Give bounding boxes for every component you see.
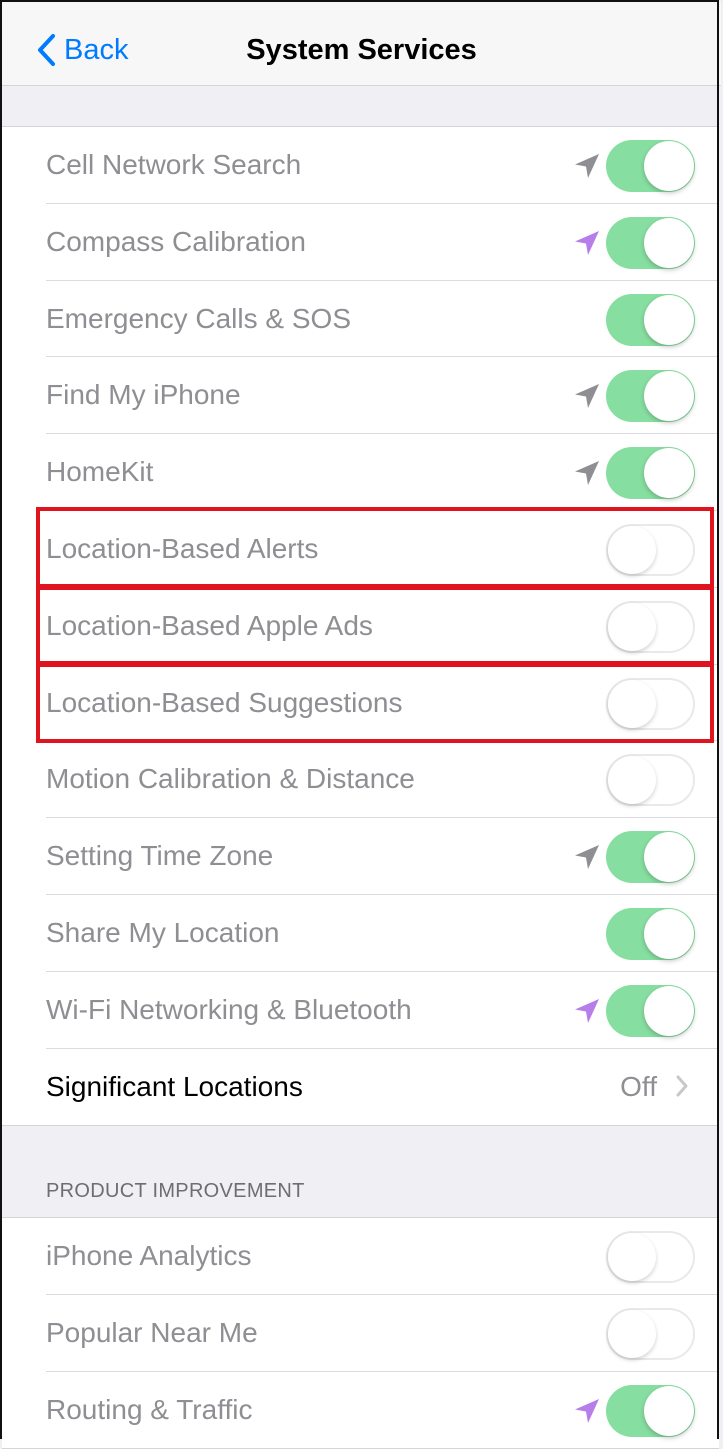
setting-label: Emergency Calls & SOS — [46, 302, 351, 334]
toggle-switch[interactable] — [606, 984, 695, 1037]
setting-row-share-my-location: Share My Location — [2, 895, 719, 972]
toggle-switch[interactable] — [606, 831, 695, 884]
chevron-right-icon — [676, 1075, 688, 1097]
location-arrow-icon — [575, 384, 599, 409]
significant-locations-row[interactable]: Significant Locations Off — [2, 1049, 719, 1126]
setting-row-location-based-suggestions: Location-Based Suggestions — [2, 665, 719, 742]
setting-row-routing-and-traffic: Routing & Traffic — [2, 1372, 719, 1449]
toggle-switch[interactable] — [606, 754, 695, 807]
location-arrow-icon — [575, 230, 599, 255]
significant-locations-label: Significant Locations — [46, 1070, 303, 1102]
setting-label: Popular Near Me — [46, 1316, 258, 1348]
setting-label: Compass Calibration — [46, 225, 306, 257]
toggle-knob — [608, 756, 656, 805]
toggle-switch[interactable] — [606, 600, 695, 653]
system-services-list: Cell Network Search Compass Calibration Em… — [2, 126, 719, 1127]
toggle-knob — [644, 141, 694, 191]
setting-row-popular-near-me: Popular Near Me — [2, 1295, 719, 1372]
setting-label: Location-Based Apple Ads — [46, 609, 373, 641]
toggle-knob — [608, 679, 656, 728]
location-arrow-icon — [575, 998, 599, 1023]
toggle-switch[interactable] — [606, 907, 695, 960]
setting-row-compass-calibration: Compass Calibration — [2, 204, 719, 281]
toggle-switch[interactable] — [606, 1307, 695, 1360]
toggle-knob — [608, 1233, 656, 1281]
setting-row-cell-network-search: Cell Network Search — [2, 127, 719, 204]
location-arrow-icon — [575, 1398, 599, 1423]
toggle-knob — [644, 832, 694, 883]
section-header-product-improvement: PRODUCT IMPROVEMENT — [46, 1180, 305, 1202]
toggle-switch[interactable] — [606, 1231, 695, 1283]
toggle-knob — [608, 1309, 656, 1358]
toggle-switch[interactable] — [606, 370, 695, 423]
setting-label: Setting Time Zone — [46, 840, 274, 872]
toggle-knob — [644, 371, 694, 422]
toggle-switch[interactable] — [606, 677, 695, 730]
page-title: System Services — [246, 34, 477, 66]
setting-label: Location-Based Suggestions — [46, 686, 403, 718]
toggle-knob — [608, 525, 656, 574]
toggle-switch[interactable] — [606, 447, 695, 500]
setting-label: Motion Calibration & Distance — [46, 763, 415, 795]
toggle-knob — [644, 217, 694, 268]
toggle-knob — [644, 985, 694, 1036]
location-arrow-icon — [575, 154, 599, 178]
setting-label: HomeKit — [46, 456, 154, 488]
location-arrow-icon — [575, 845, 599, 870]
toggle-switch[interactable] — [606, 523, 695, 576]
toggle-switch[interactable] — [606, 293, 695, 346]
setting-label: Share My Location — [46, 916, 280, 948]
setting-label: Location-Based Alerts — [46, 532, 319, 564]
toggle-knob — [608, 602, 656, 651]
setting-label: Wi-Fi Networking & Bluetooth — [46, 993, 412, 1025]
toggle-knob — [644, 1385, 694, 1436]
setting-row-motion-calibration-and-distance: Motion Calibration & Distance — [2, 741, 719, 818]
setting-row-find-my-iphone: Find My iPhone — [2, 357, 719, 434]
significant-locations-value: Off — [620, 1070, 657, 1102]
product-improvement-list: iPhone Analytics Popular Near Me Routing &… — [2, 1217, 719, 1449]
setting-row-setting-time-zone: Setting Time Zone — [2, 818, 719, 895]
toggle-switch[interactable] — [606, 140, 695, 192]
setting-label: Find My iPhone — [46, 379, 241, 411]
setting-label: iPhone Analytics — [46, 1240, 252, 1271]
setting-label: Routing & Traffic — [46, 1393, 253, 1425]
setting-row-homekit: HomeKit — [2, 434, 719, 511]
toggle-knob — [644, 294, 694, 345]
setting-label: Cell Network Search — [46, 149, 302, 180]
setting-row-location-based-apple-ads: Location-Based Apple Ads — [2, 588, 719, 665]
toggle-knob — [644, 908, 694, 959]
navigation-bar: Back System Services — [2, 2, 721, 86]
setting-row-location-based-alerts: Location-Based Alerts — [2, 511, 719, 588]
toggle-knob — [644, 448, 694, 499]
location-arrow-icon — [575, 461, 599, 486]
setting-row-iphone-analytics: iPhone Analytics — [2, 1218, 719, 1295]
setting-row-emergency-calls-and-sos: Emergency Calls & SOS — [2, 281, 719, 358]
toggle-switch[interactable] — [606, 216, 695, 269]
toggle-switch[interactable] — [606, 1384, 695, 1437]
setting-row-wi-fi-networking-and-bluetooth: Wi-Fi Networking & Bluetooth — [2, 972, 719, 1049]
